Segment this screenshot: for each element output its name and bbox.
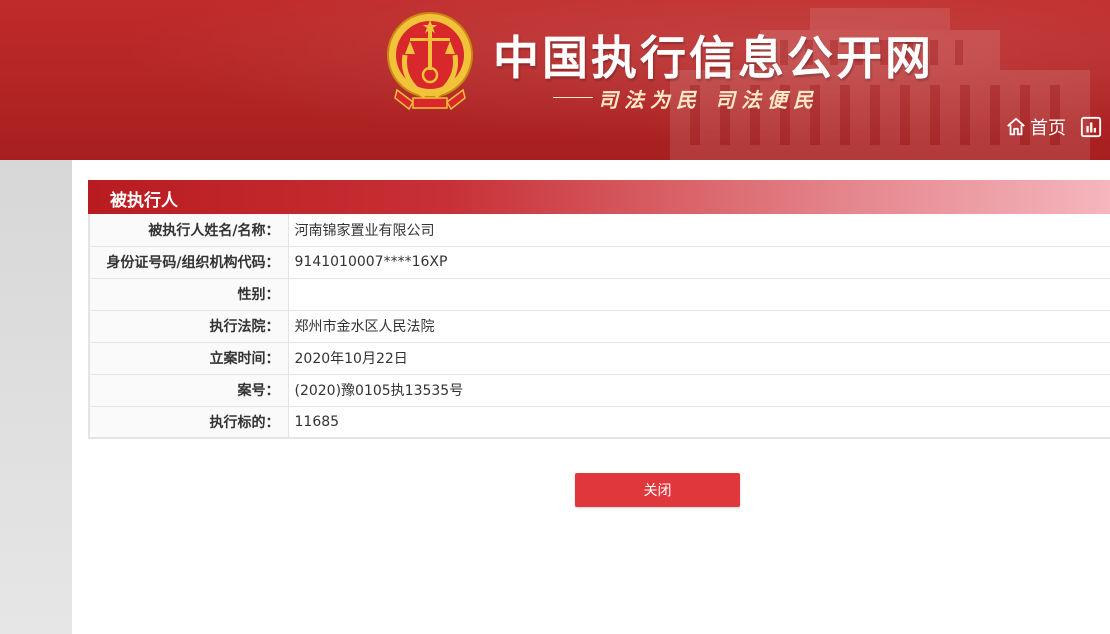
row-value: 河南锦家置业有限公司 [288,214,1110,247]
row-label: 执行法院： [88,310,289,343]
row-label: 性别： [88,278,289,311]
stats-icon[interactable] [1080,116,1102,138]
table-row: 立案时间： 2020年10月22日 [88,342,1110,375]
home-icon[interactable] [1005,116,1027,138]
close-button[interactable]: 关闭 [575,473,740,507]
row-value [288,278,1110,311]
row-label: 案号： [88,374,289,407]
row-label: 立案时间： [88,342,289,375]
row-value: 11685 [288,406,1110,439]
row-value: 9141010007****16XP [288,246,1110,279]
row-label: 身份证号码/组织机构代码： [88,246,289,279]
site-title: 中国执行信息公开网 [493,31,934,85]
row-value: 郑州市金水区人民法院 [288,310,1110,343]
court-emblem-icon [387,12,473,110]
section-header: 被执行人 [88,180,1110,214]
site-slogan: 司法为民 司法便民 [598,88,819,112]
slogan-divider [553,97,593,98]
debtor-info-table: 被执行人姓名/名称： 河南锦家置业有限公司 身份证号码/组织机构代码： 9141… [88,214,1110,439]
row-label: 被执行人姓名/名称： [88,214,289,247]
table-row: 性别： [88,278,1110,311]
row-value: 2020年10月22日 [288,342,1110,375]
section-title: 被执行人 [110,191,178,211]
site-header: 中国执行信息公开网 司法为民 司法便民 首页 [0,0,1110,160]
row-label: 执行标的： [88,406,289,439]
table-row: 执行法院： 郑州市金水区人民法院 [88,310,1110,343]
detail-panel: 被执行人 被执行人姓名/名称： 河南锦家置业有限公司 身份证号码/组织机构代码：… [72,160,1110,634]
left-background-strip [0,160,72,634]
table-row: 身份证号码/组织机构代码： 9141010007****16XP [88,246,1110,279]
table-row: 执行标的： 11685 [88,406,1110,439]
nav-home-link[interactable]: 首页 [1030,114,1066,140]
top-nav: 首页 [1005,113,1102,141]
table-row: 被执行人姓名/名称： 河南锦家置业有限公司 [88,214,1110,247]
row-value: (2020)豫0105执13535号 [288,374,1110,407]
table-row: 案号： (2020)豫0105执13535号 [88,374,1110,407]
